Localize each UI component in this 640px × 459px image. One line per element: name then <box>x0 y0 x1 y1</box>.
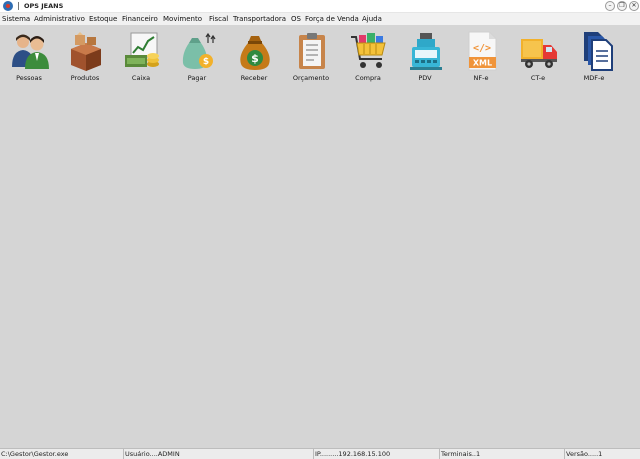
toolbar-orcamento-button[interactable]: Orçamento <box>283 27 339 85</box>
toolbar: Pessoas Produtos Caixa $ Pagar $ Receber… <box>0 25 640 87</box>
documents-icon <box>584 32 613 71</box>
status-bar: C:\Gestor\Gestor.exe Usuário....ADMIN IP… <box>0 448 640 459</box>
boxes-icon <box>71 32 101 71</box>
toolbar-mdfe-label: MDF-e <box>583 74 605 82</box>
xml-file-icon: </> XML <box>468 31 497 71</box>
toolbar-compra-button[interactable]: Compra <box>340 27 396 85</box>
menu-sistema[interactable]: Sistema <box>2 15 30 23</box>
toolbar-pagar-button[interactable]: $ Pagar <box>169 27 225 85</box>
xml-code-glyph: </> <box>473 43 491 54</box>
toolbar-pdv-button[interactable]: PDV <box>397 27 453 85</box>
close-button[interactable]: ✕ <box>629 1 639 11</box>
toolbar-receber-label: Receber <box>240 74 268 82</box>
toolbar-compra-label: Compra <box>355 74 381 82</box>
toolbar-nfe-button[interactable]: </> XML NF-e <box>453 27 509 85</box>
menu-bar: Sistema Administrativo Estoque Financeir… <box>0 13 640 25</box>
menu-estoque[interactable]: Estoque <box>89 15 117 23</box>
toolbar-receber-button[interactable]: $ Receber <box>226 27 282 85</box>
money-bag-receive-icon: $ <box>240 36 270 70</box>
toolbar-pessoas-button[interactable]: Pessoas <box>1 27 57 85</box>
toolbar-caixa-label: Caixa <box>131 74 151 82</box>
window-title: OPS JEANS <box>24 2 64 10</box>
toolbar-nfe-label: NF-e <box>473 74 489 82</box>
toolbar-pdv-label: PDV <box>418 74 432 82</box>
title-bar: | OPS JEANS – ❐ ✕ <box>0 0 640 13</box>
clipboard-icon <box>299 33 325 69</box>
toolbar-cte-label: CT-e <box>530 74 546 82</box>
svg-text:$: $ <box>251 52 259 65</box>
toolbar-orcamento-label: Orçamento <box>292 74 330 82</box>
menu-administrativo[interactable]: Administrativo <box>34 15 85 23</box>
svg-text:$: $ <box>203 57 209 67</box>
pos-terminal-icon <box>410 33 442 70</box>
title-separator: | <box>17 1 20 10</box>
menu-transportadora[interactable]: Transportadora <box>233 15 286 23</box>
menu-financeiro[interactable]: Financeiro <box>122 15 158 23</box>
xml-badge-text: XML <box>473 59 492 68</box>
app-logo-icon[interactable] <box>3 1 13 11</box>
menu-forca-de-venda[interactable]: Força de Venda <box>305 15 359 23</box>
toolbar-pagar-label: Pagar <box>187 74 207 82</box>
minimize-button[interactable]: – <box>605 1 615 11</box>
menu-movimento[interactable]: Movimento <box>163 15 202 23</box>
restore-button[interactable]: ❐ <box>617 1 627 11</box>
menu-os[interactable]: OS <box>291 15 301 23</box>
toolbar-caixa-button[interactable]: Caixa <box>113 27 169 85</box>
delivery-truck-icon <box>521 39 557 68</box>
menu-fiscal[interactable]: Fiscal <box>209 15 228 23</box>
cash-register-icon <box>125 32 159 67</box>
toolbar-pessoas-label: Pessoas <box>16 74 42 82</box>
people-icon <box>12 34 49 69</box>
toolbar-produtos-button[interactable]: Produtos <box>57 27 113 85</box>
shopping-cart-icon <box>351 33 386 68</box>
toolbar-produtos-label: Produtos <box>70 74 100 82</box>
toolbar-cte-button[interactable]: CT-e <box>510 27 566 85</box>
money-bag-pay-icon: $ <box>182 32 216 69</box>
menu-ajuda[interactable]: Ajuda <box>362 15 382 23</box>
workspace-area <box>0 87 640 448</box>
toolbar-mdfe-button[interactable]: MDF-e <box>566 27 622 85</box>
